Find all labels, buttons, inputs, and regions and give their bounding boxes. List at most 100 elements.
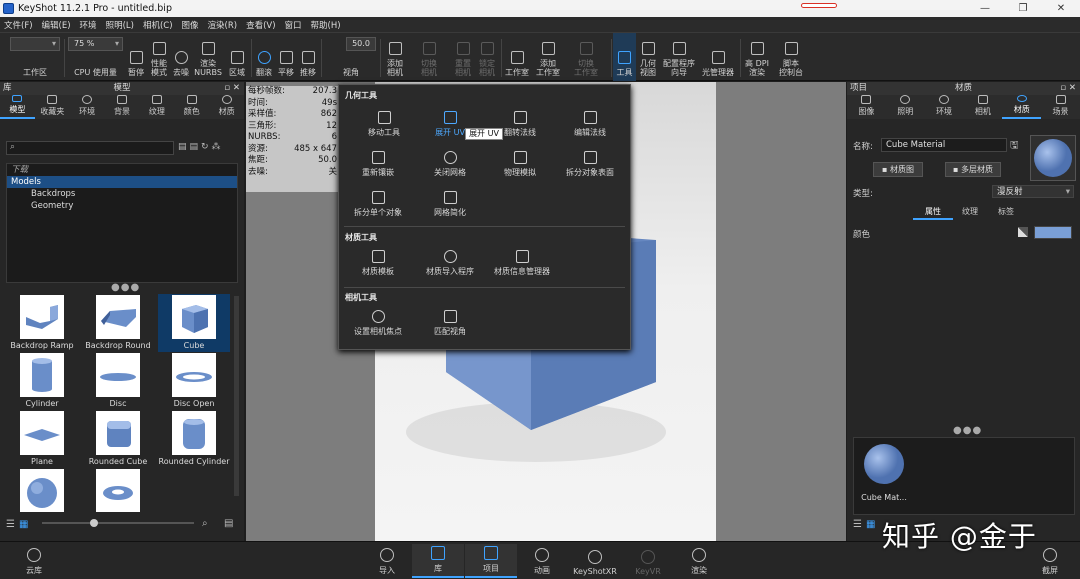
grid-view-icon[interactable]: ▦: [866, 519, 875, 530]
tree-item-backdrops[interactable]: Backdrops: [7, 188, 237, 200]
keyshotxr-button[interactable]: KeyShotXR: [565, 544, 625, 578]
menu-render[interactable]: 渲染(R): [208, 19, 238, 31]
configurator-wizard-button[interactable]: 配置程序 向导: [660, 33, 698, 81]
subtab-properties[interactable]: 属性: [913, 206, 953, 220]
tree-item-downloads[interactable]: 下载: [7, 164, 237, 176]
material-info-manager-item[interactable]: 材质信息管理器: [485, 250, 559, 277]
reset-camera-button[interactable]: 重置 相机: [451, 33, 475, 81]
menu-environment[interactable]: 环境: [80, 19, 97, 31]
list-view-icon[interactable]: ☰: [6, 519, 15, 530]
texture-map-icon[interactable]: [1018, 227, 1028, 237]
script-console-button[interactable]: 脚本 控制台: [775, 33, 807, 81]
close-button[interactable]: ✕: [1042, 0, 1080, 17]
multi-layer-material-button[interactable]: ▪ 多层材质: [945, 162, 1001, 177]
thumb-rounded-cube[interactable]: Rounded Cube: [82, 410, 154, 468]
set-camera-focus-item[interactable]: 设置相机焦点: [343, 310, 413, 337]
thumbnail-scrollbar[interactable]: [234, 296, 239, 496]
close-mesh-item[interactable]: 关闭网格: [415, 151, 485, 178]
tab-lighting[interactable]: 照明: [886, 95, 925, 119]
tab-material[interactable]: 材质: [1002, 95, 1042, 119]
render-nurbs-button[interactable]: 渲染 NURBS: [192, 33, 224, 81]
tab-colors[interactable]: 颜色: [174, 95, 209, 119]
animation-button[interactable]: 动画: [512, 544, 572, 578]
add-camera-button[interactable]: 添加 相机: [382, 33, 408, 81]
list-view-icon[interactable]: ☰: [853, 519, 862, 530]
tools-button[interactable]: 工具: [613, 33, 636, 81]
hidpi-render-button[interactable]: 高 DPI 渲染: [742, 33, 772, 81]
folder-icon[interactable]: ▤: [224, 518, 233, 529]
cpu-usage-button[interactable]: CPU 使用量: [68, 33, 123, 81]
tree-item-geometry[interactable]: Geometry: [7, 200, 237, 212]
material-preview[interactable]: [1030, 135, 1076, 181]
retessellate-item[interactable]: 重新镶嵌: [343, 151, 413, 178]
material-thumb-cube[interactable]: Cube Mat...: [858, 442, 910, 510]
geometry-view-button[interactable]: 几何 视图: [637, 33, 659, 81]
thumb-disc[interactable]: Disc: [82, 352, 154, 410]
menu-edit[interactable]: 编辑(E): [42, 19, 71, 31]
pan-button[interactable]: 平移: [275, 33, 297, 81]
tab-textures[interactable]: 纹理: [139, 95, 174, 119]
menu-help[interactable]: 帮助(H): [311, 19, 341, 31]
denoise-button[interactable]: 去噪: [170, 33, 192, 81]
workspace-button[interactable]: 工作区: [10, 33, 60, 81]
menu-image[interactable]: 图像: [182, 19, 199, 31]
physics-simulation-item[interactable]: 物理模拟: [485, 151, 555, 178]
switch-camera-button[interactable]: 切换 相机: [414, 33, 444, 81]
studio-button[interactable]: 工作室: [503, 33, 531, 81]
match-perspective-item[interactable]: 匹配视角: [415, 310, 485, 337]
add-studio-button[interactable]: 添加 工作室: [532, 33, 564, 81]
tab-materials[interactable]: 材质: [209, 95, 244, 119]
tab-scene[interactable]: 场景: [1041, 95, 1080, 119]
mesh-simplify-item[interactable]: 网格简化: [415, 191, 485, 218]
thumb-disc-open[interactable]: Disc Open: [158, 352, 230, 410]
tab-backgrounds[interactable]: 背景: [105, 95, 140, 119]
maximize-button[interactable]: ❐: [1004, 0, 1042, 17]
thumb-backdrop-round[interactable]: Backdrop Round: [82, 294, 154, 352]
tab-favorites[interactable]: 收藏夹: [35, 95, 70, 119]
zoom-icon[interactable]: ⌕: [202, 518, 208, 529]
menu-camera[interactable]: 相机(C): [143, 19, 173, 31]
library-toggle-button[interactable]: 库: [412, 544, 464, 578]
dolly-button[interactable]: 推移: [297, 33, 319, 81]
material-type-select[interactable]: 漫反射 ▾: [992, 185, 1074, 198]
thumbnail-size-slider[interactable]: [42, 522, 194, 524]
thumb-plane[interactable]: Plane: [6, 410, 78, 468]
switch-studio-button[interactable]: 切换 工作室: [567, 33, 605, 81]
library-folder-actions[interactable]: ▤▤↻⁂: [178, 142, 224, 152]
split-single-object-item[interactable]: 拆分单个对象: [343, 191, 413, 218]
menu-view[interactable]: 查看(V): [246, 19, 275, 31]
material-graph-button[interactable]: ▪ 材质图: [873, 162, 923, 177]
thumb-sphere[interactable]: [6, 468, 78, 512]
slider-handle[interactable]: [90, 519, 98, 527]
project-toggle-button[interactable]: 项目: [465, 544, 517, 578]
thumb-rounded-cylinder[interactable]: Rounded Cylinder: [158, 410, 230, 468]
import-button[interactable]: 导入: [357, 544, 417, 578]
minimize-button[interactable]: —: [966, 0, 1004, 17]
subtab-textures[interactable]: 纹理: [955, 206, 985, 220]
subtab-labels[interactable]: 标签: [991, 206, 1021, 220]
render-button[interactable]: 渲染: [669, 544, 729, 578]
thumb-cylinder[interactable]: Cylinder: [6, 352, 78, 410]
menu-window[interactable]: 窗口: [285, 19, 302, 31]
cloud-library-button[interactable]: 云库: [4, 544, 64, 578]
pause-button[interactable]: 暂停: [124, 33, 148, 81]
material-name-input[interactable]: Cube Material: [881, 138, 1007, 152]
menu-lighting[interactable]: 照明(L): [106, 19, 134, 31]
material-template-item[interactable]: 材质模板: [343, 250, 413, 277]
tab-image[interactable]: 图像: [847, 95, 886, 119]
light-manager-button[interactable]: 光管理器: [699, 33, 737, 81]
split-object-surfaces-item[interactable]: 拆分对象表面: [555, 151, 625, 178]
move-tool-item[interactable]: 移动工具: [349, 111, 419, 138]
tab-models[interactable]: 模型: [0, 95, 35, 119]
lock-camera-button[interactable]: 锁定 相机: [475, 33, 499, 81]
grid-view-icon[interactable]: ▦: [19, 519, 28, 530]
panel-float-close-icons[interactable]: ▫ ✕: [224, 82, 240, 95]
material-importer-item[interactable]: 材质导入程序: [415, 250, 485, 277]
thumb-cube[interactable]: Cube: [158, 294, 230, 352]
edit-normals-item[interactable]: 编辑法线: [555, 111, 625, 138]
splitter-handle[interactable]: ●●●: [111, 282, 140, 293]
save-material-icon[interactable]: 🖫: [1010, 138, 1019, 155]
menu-file[interactable]: 文件(F): [4, 19, 33, 31]
tumble-button[interactable]: 翻滚: [253, 33, 275, 81]
region-button[interactable]: 区域: [225, 33, 249, 81]
